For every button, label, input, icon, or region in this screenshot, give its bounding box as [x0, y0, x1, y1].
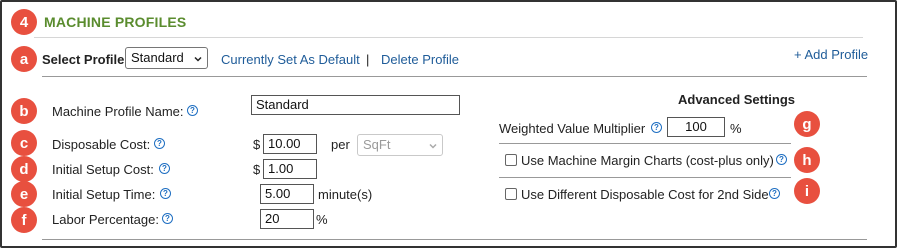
help-icon[interactable]: ?: [154, 138, 165, 149]
profile-bar-divider: [42, 76, 867, 77]
badge-f: f: [11, 207, 37, 233]
multiplier-input[interactable]: 100: [667, 117, 725, 137]
labor-percentage-input[interactable]: 20: [260, 209, 314, 229]
badge-e: e: [11, 181, 37, 207]
delete-profile-link[interactable]: Delete Profile: [381, 52, 459, 67]
diff-cost-checkbox[interactable]: [505, 188, 517, 200]
profile-select-value: Standard: [131, 50, 184, 65]
profile-name-label: Machine Profile Name:: [52, 104, 184, 119]
machine-profiles-panel: 4 MACHINE PROFILES a Select Profile Stan…: [0, 0, 897, 248]
percent-symbol: %: [316, 212, 328, 227]
chevron-down-icon: [194, 56, 202, 62]
currency-symbol: $: [253, 162, 261, 177]
disposable-cost-label: Disposable Cost:: [52, 137, 151, 152]
help-icon[interactable]: ?: [162, 213, 173, 224]
help-icon[interactable]: ?: [651, 122, 662, 133]
badge-b: b: [11, 98, 37, 124]
labor-percentage-label: Labor Percentage:: [52, 212, 159, 227]
per-label: per: [331, 137, 350, 152]
advanced-divider: [499, 143, 791, 144]
multiplier-percent: %: [730, 121, 742, 136]
select-profile-label: Select Profile: [42, 52, 125, 67]
badge-d: d: [11, 156, 37, 182]
badge-h: h: [794, 147, 820, 173]
currently-default-link[interactable]: Currently Set As Default: [221, 52, 360, 67]
margin-charts-checkbox[interactable]: [505, 154, 517, 166]
setup-cost-input[interactable]: 1.00: [263, 159, 317, 179]
badge-i: i: [794, 178, 820, 204]
currency-symbol: $: [253, 137, 261, 152]
badge-4: 4: [11, 9, 37, 35]
badge-g: g: [794, 111, 820, 137]
setup-time-input[interactable]: 5.00: [260, 184, 314, 204]
profile-select[interactable]: Standard: [125, 47, 208, 69]
setup-cost-label: Initial Setup Cost:: [52, 162, 154, 177]
multiplier-label: Weighted Value Multiplier: [499, 121, 646, 136]
help-icon[interactable]: ?: [159, 163, 170, 174]
section-title: MACHINE PROFILES: [44, 14, 187, 30]
add-profile-link[interactable]: + Add Profile: [794, 47, 868, 62]
diff-cost-label[interactable]: Use Different Disposable Cost for 2nd Si…: [521, 187, 769, 202]
advanced-settings-heading: Advanced Settings: [678, 92, 796, 107]
unit-select-value: SqFt: [363, 137, 391, 152]
help-icon[interactable]: ?: [160, 188, 171, 199]
top-rule: [34, 37, 863, 38]
setup-time-label: Initial Setup Time:: [52, 187, 156, 202]
margin-charts-label[interactable]: Use Machine Margin Charts (cost-plus onl…: [521, 153, 774, 168]
help-icon[interactable]: ?: [769, 188, 780, 199]
link-separator: |: [366, 52, 370, 67]
badge-c: c: [11, 130, 37, 156]
help-icon[interactable]: ?: [187, 105, 198, 116]
unit-select: SqFt: [357, 134, 443, 156]
chevron-down-icon: [429, 143, 437, 149]
help-icon[interactable]: ?: [776, 154, 787, 165]
profile-name-input[interactable]: Standard: [251, 95, 460, 115]
setup-time-unit: minute(s): [318, 187, 373, 202]
badge-a: a: [11, 46, 37, 72]
bottom-divider: [42, 239, 867, 240]
disposable-cost-input[interactable]: 10.00: [263, 134, 317, 154]
advanced-divider: [499, 177, 791, 178]
